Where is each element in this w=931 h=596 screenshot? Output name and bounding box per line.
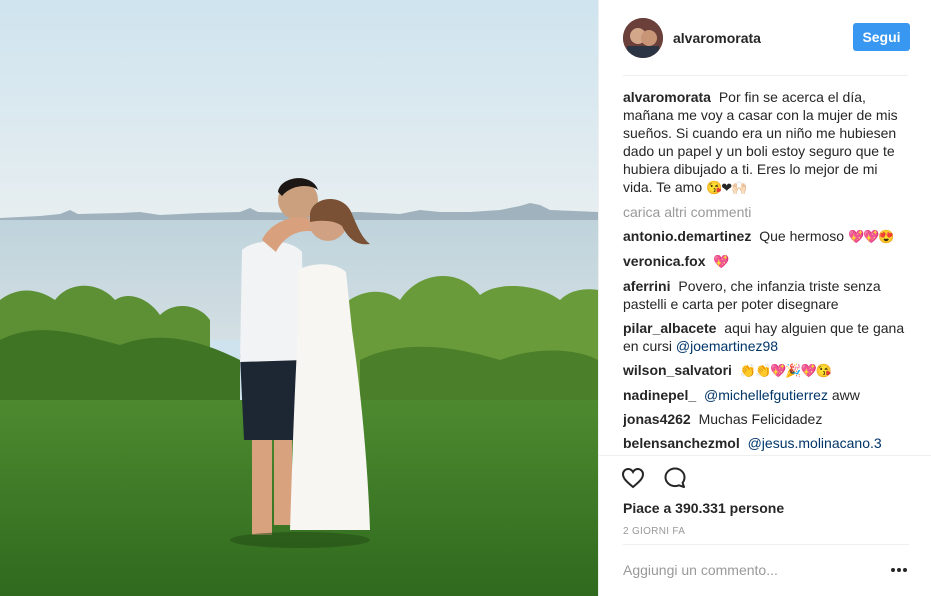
comment-author[interactable]: belensanchezmol	[623, 435, 740, 451]
comment-emoji: 💖💖😍	[847, 229, 895, 244]
instagram-post: alvaromorata Segui alvaromorata Por fin …	[0, 0, 931, 596]
comment-item: jonas4262 Muchas Felicidadez	[623, 410, 909, 428]
comment-item: antonio.demartinez Que hermoso 💖💖😍	[623, 227, 909, 246]
add-comment-bar	[623, 544, 909, 596]
caption: alvaromorata Por fin se acerca el día, m…	[623, 88, 909, 197]
post-actions: Piace a 390.331 persone 2 giorni fa	[599, 455, 931, 537]
avatar-image	[623, 18, 663, 58]
comment-author[interactable]: nadinepel_	[623, 387, 696, 403]
caption-emoji: 😘❤🙌🏻	[706, 180, 747, 195]
comment-item: aferrini Povero, che infanzia triste sen…	[623, 277, 909, 313]
post-header: alvaromorata Segui	[599, 0, 931, 76]
comment-emoji: 💖	[713, 254, 729, 269]
comment-mention-link[interactable]: @joemartinez98	[676, 338, 778, 354]
comment-author[interactable]: aferrini	[623, 278, 670, 294]
more-options-icon[interactable]	[889, 560, 909, 580]
comments-list[interactable]: alvaromorata Por fin se acerca el día, m…	[623, 88, 909, 454]
comment-item: wilson_salvatori 👏👏💖🎉💖😘	[623, 361, 909, 380]
comment-text: Que hermoso	[759, 228, 845, 244]
post-side-panel: alvaromorata Segui alvaromorata Por fin …	[598, 0, 931, 596]
comment-item: nadinepel_ @michellefgutierrez aww	[623, 386, 909, 404]
add-comment-input[interactable]	[623, 562, 889, 578]
comment-text: aww	[831, 387, 860, 403]
comment-item: veronica.fox 💖	[623, 252, 909, 271]
post-photo[interactable]	[0, 0, 598, 596]
load-more-comments-link[interactable]: carica altri commenti	[623, 203, 909, 221]
comment-author[interactable]: veronica.fox	[623, 253, 705, 269]
action-icons-row	[621, 466, 705, 490]
comment-bubble-icon[interactable]	[663, 466, 687, 490]
comment-author[interactable]: jonas4262	[623, 411, 691, 427]
likes-count[interactable]: Piace a 390.331 persone	[623, 500, 784, 516]
comment-text: Muchas Felicidadez	[698, 411, 823, 427]
comment-item: belensanchezmol @jesus.molinacano.3	[623, 434, 909, 452]
heart-icon[interactable]	[621, 466, 645, 490]
comment-emoji: 👏👏💖🎉💖😘	[739, 363, 832, 378]
follow-button[interactable]: Segui	[853, 23, 910, 51]
header-username[interactable]: alvaromorata	[673, 30, 761, 46]
comment-author[interactable]: antonio.demartinez	[623, 228, 751, 244]
comment-item: pilar_albacete aqui hay alguien que te g…	[623, 319, 909, 355]
caption-author[interactable]: alvaromorata	[623, 89, 711, 105]
comment-mention-link[interactable]: @michellefgutierrez	[704, 387, 828, 403]
photo-illustration	[0, 0, 598, 596]
post-timestamp[interactable]: 2 giorni fa	[623, 526, 685, 537]
avatar[interactable]	[623, 18, 663, 58]
comment-mention-link[interactable]: @jesus.molinacano.3	[748, 435, 882, 451]
comment-author[interactable]: wilson_salvatori	[623, 362, 732, 378]
comment-author[interactable]: pilar_albacete	[623, 320, 716, 336]
